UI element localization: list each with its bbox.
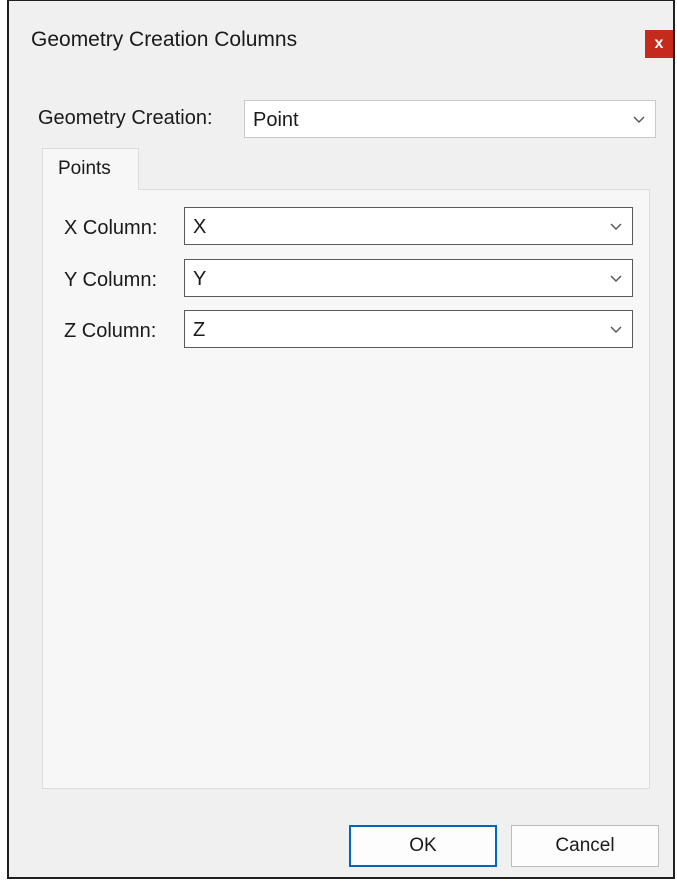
dialog-window: Geometry Creation Columns x Geometry Cre… <box>7 0 675 879</box>
z-column-dropdown[interactable]: Z <box>184 310 633 348</box>
geometry-creation-value: Point <box>253 109 299 131</box>
title-bar[interactable]: Geometry Creation Columns x <box>9 1 673 83</box>
z-column-value: Z <box>193 319 206 341</box>
chevron-down-icon <box>610 223 622 230</box>
geometry-creation-label: Geometry Creation: <box>38 107 213 129</box>
chevron-down-icon <box>610 275 622 282</box>
chevron-down-icon <box>610 326 622 333</box>
y-column-value: Y <box>193 268 207 290</box>
chevron-down-icon <box>633 116 645 123</box>
x-column-dropdown[interactable]: X <box>184 207 633 245</box>
x-column-label: X Column: <box>64 217 158 239</box>
geometry-creation-dropdown[interactable]: Point <box>244 100 656 138</box>
ok-button[interactable]: OK <box>349 825 497 867</box>
z-column-label: Z Column: <box>64 320 157 342</box>
close-button[interactable]: x <box>645 30 673 58</box>
y-column-dropdown[interactable]: Y <box>184 259 633 297</box>
tab-points-label: Points <box>58 158 111 179</box>
tab-points[interactable]: Points <box>42 148 139 190</box>
close-icon: x <box>654 35 664 52</box>
cancel-button[interactable]: Cancel <box>511 825 659 867</box>
y-column-label: Y Column: <box>64 269 158 291</box>
x-column-value: X <box>193 216 207 238</box>
dialog-title: Geometry Creation Columns <box>31 28 298 51</box>
